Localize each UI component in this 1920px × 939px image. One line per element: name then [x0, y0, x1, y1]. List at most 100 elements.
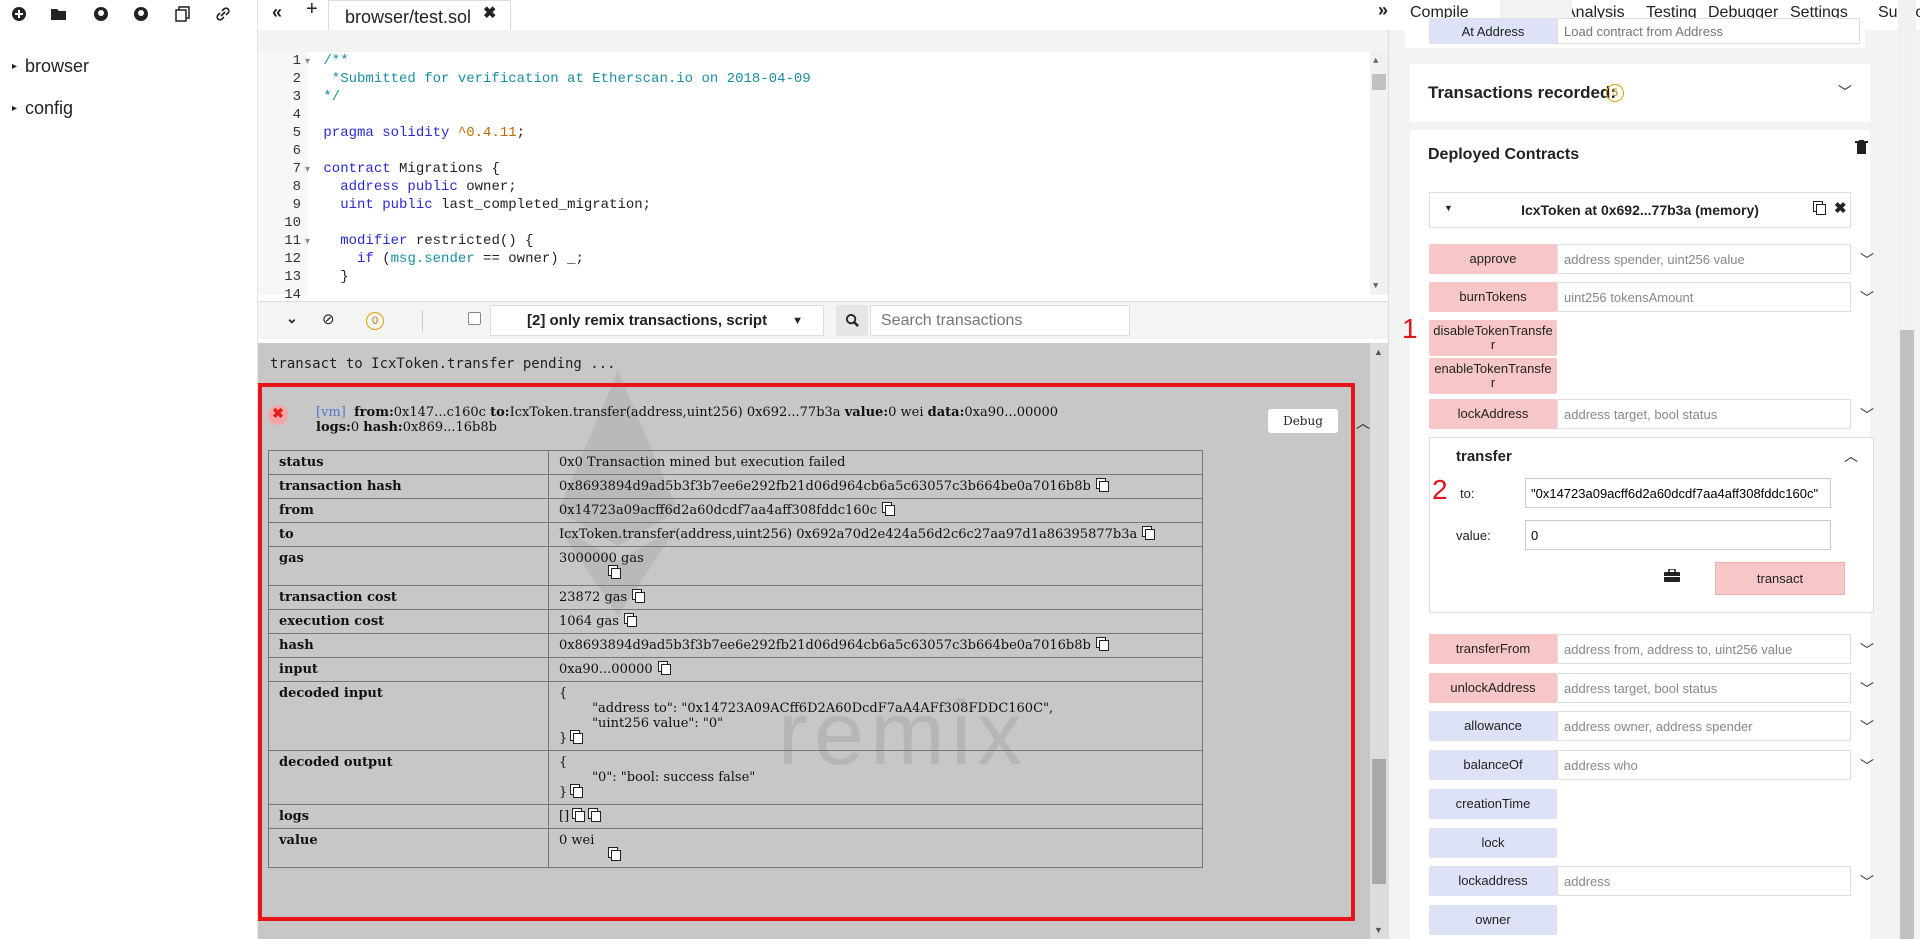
copy-icon[interactable]	[660, 664, 671, 675]
chevron-down-icon[interactable]: ﹀	[1857, 288, 1877, 308]
function-button-unlockaddress[interactable]: unlockAddress	[1429, 673, 1557, 703]
function-button-owner[interactable]: owner	[1429, 905, 1557, 935]
function-args-input[interactable]: address target, bool status	[1557, 673, 1851, 703]
value-param-input[interactable]	[1525, 520, 1831, 550]
chevron-down-icon[interactable]: ﹀	[1857, 717, 1877, 737]
row-value-text: { "0": "bool: success false" }	[559, 755, 756, 800]
briefcase-icon[interactable]	[1664, 568, 1680, 587]
collapse-left-icon[interactable]: «	[272, 2, 282, 23]
copy-files-icon[interactable]	[172, 3, 194, 25]
scroll-thumb[interactable]	[1372, 74, 1386, 90]
row-key: execution cost	[268, 609, 549, 634]
function-args-input[interactable]: address target, bool status	[1557, 399, 1851, 429]
chevron-down-icon[interactable]: ﹀	[1857, 250, 1877, 270]
function-button-lock[interactable]: lock	[1429, 828, 1557, 858]
function-button-enabletokentransfer[interactable]: enableTokenTransfer	[1429, 358, 1557, 394]
code-line: 7 ▾ contract Migrations {	[258, 160, 500, 178]
close-icon[interactable]: ✖	[1834, 199, 1847, 217]
row-key: decoded output	[268, 750, 549, 805]
function-args-input[interactable]: address from, address to, uint256 value	[1557, 634, 1851, 664]
chevron-down-icon[interactable]: ﹀	[1857, 679, 1877, 699]
gist-icon[interactable]	[130, 3, 152, 25]
copy-icon[interactable]	[611, 568, 621, 579]
code-text: }	[323, 269, 349, 285]
transaction-filter-select[interactable]: [2] only remix transactions, script ▼	[490, 305, 824, 336]
new-file-icon[interactable]	[8, 3, 30, 25]
function-args-input[interactable]: address owner, address spender	[1557, 711, 1851, 741]
scroll-up-icon[interactable]: ▲	[1373, 56, 1378, 66]
chevron-down-icon[interactable]: ﹀	[1838, 82, 1852, 102]
chevron-up-icon[interactable]: ︿	[1844, 446, 1858, 466]
chevron-down-icon[interactable]: ﹀	[1857, 756, 1877, 776]
copy-icon[interactable]	[1098, 481, 1109, 492]
code-line: 12 if (msg.sender == owner) _;	[258, 250, 584, 268]
scroll-up-icon[interactable]: ▲	[1374, 347, 1383, 357]
function-button-burntokens[interactable]: burnTokens	[1429, 282, 1557, 312]
transact-button[interactable]: transact	[1715, 562, 1845, 595]
at-address-input[interactable]	[1557, 18, 1860, 44]
terminal-scrollbar[interactable]: ▲ ▼	[1370, 343, 1388, 939]
function-button-lockaddress[interactable]: lockAddress	[1429, 399, 1557, 429]
function-button-allowance[interactable]: allowance	[1429, 711, 1557, 741]
table-row: logs []	[268, 804, 1203, 829]
search-transactions-input[interactable]	[870, 305, 1130, 336]
listen-checkbox[interactable]	[468, 312, 481, 325]
copy-icon[interactable]	[1098, 640, 1109, 651]
function-button-disabletokentransfer[interactable]: disableTokenTransfer	[1429, 320, 1557, 356]
trash-icon[interactable]	[1855, 140, 1868, 160]
function-args-input[interactable]: uint256 tokensAmount	[1557, 282, 1851, 312]
copy-icon[interactable]	[591, 811, 602, 822]
copy-icon[interactable]	[885, 505, 896, 516]
tree-item-config[interactable]: ▸ config	[12, 98, 73, 119]
editor-scrollbar[interactable]: ▲ ▼	[1370, 52, 1388, 295]
contract-instance-header[interactable]: ▼ IcxToken at 0x692...77b3a (memory) ✖	[1429, 192, 1851, 228]
link-icon[interactable]	[212, 3, 234, 25]
scroll-down-icon[interactable]: ▼	[1373, 281, 1378, 291]
row-value: 23872 gas	[548, 585, 1203, 610]
copy-icon[interactable]	[635, 592, 646, 603]
scroll-down-icon[interactable]: ▼	[1374, 925, 1383, 935]
function-args-input[interactable]: address	[1557, 866, 1851, 896]
chevron-down-icon[interactable]: ﹀	[1857, 872, 1877, 892]
to-param-input[interactable]	[1525, 478, 1831, 508]
collapse-right-icon[interactable]: »	[1378, 0, 1388, 21]
function-args-input[interactable]: address who	[1557, 750, 1851, 780]
tree-item-browser[interactable]: ▸ browser	[12, 56, 89, 77]
chevron-down-icon[interactable]: ﹀	[1857, 405, 1877, 425]
transactions-recorded-card[interactable]: Transactions recorded: 5 ﹀	[1410, 64, 1870, 122]
right-scroll-thumb[interactable]	[1900, 330, 1914, 939]
copy-icon[interactable]	[573, 733, 584, 744]
transaction-summary[interactable]: [vm] from:0x147...c160c to:IcxToken.tran…	[316, 405, 1096, 435]
copy-icon[interactable]	[573, 787, 584, 798]
minimize-terminal-icon[interactable]: ⌄	[286, 310, 298, 327]
row-value: { "address to": "0x14723A09ACff6D2A60Dcd…	[548, 681, 1203, 751]
pending-count-badge: 0	[366, 312, 384, 330]
copy-icon[interactable]	[575, 811, 586, 822]
collapse-tx-icon[interactable]: ︿	[1356, 413, 1370, 433]
scroll-thumb[interactable]	[1372, 759, 1386, 884]
function-args-input[interactable]: address spender, uint256 value	[1557, 244, 1851, 274]
dropdown-caret-icon: ▼	[792, 315, 803, 327]
function-button-transferfrom[interactable]: transferFrom	[1429, 634, 1557, 664]
open-folder-icon[interactable]	[48, 3, 70, 25]
copy-icon[interactable]	[1145, 529, 1156, 540]
row-key: logs	[268, 804, 549, 829]
clear-console-icon[interactable]: ⊘	[322, 310, 335, 328]
copy-icon[interactable]	[626, 616, 637, 627]
copy-icon[interactable]	[611, 850, 621, 861]
function-button-approve[interactable]: approve	[1429, 244, 1557, 274]
code-editor[interactable]: 1 ▾ /** 2 *Submitted for verification at E…	[258, 52, 1388, 303]
close-icon[interactable]: ✖	[483, 3, 496, 23]
function-button-lockaddress[interactable]: lockaddress	[1429, 866, 1557, 896]
function-button-balanceof[interactable]: balanceOf	[1429, 750, 1557, 780]
function-button-creationtime[interactable]: creationTime	[1429, 789, 1557, 819]
annotation-1: 1	[1402, 313, 1418, 344]
tab-test-sol[interactable]: browser/test.sol ✖	[328, 0, 512, 30]
search-icon[interactable]	[836, 305, 868, 336]
debug-button[interactable]: Debug	[1268, 409, 1338, 433]
copy-icon[interactable]	[1816, 201, 1826, 219]
at-address-button[interactable]: At Address	[1429, 18, 1557, 44]
github-icon[interactable]	[90, 3, 112, 25]
chevron-down-icon[interactable]: ﹀	[1857, 640, 1877, 660]
add-tab-icon[interactable]: +	[306, 0, 318, 21]
